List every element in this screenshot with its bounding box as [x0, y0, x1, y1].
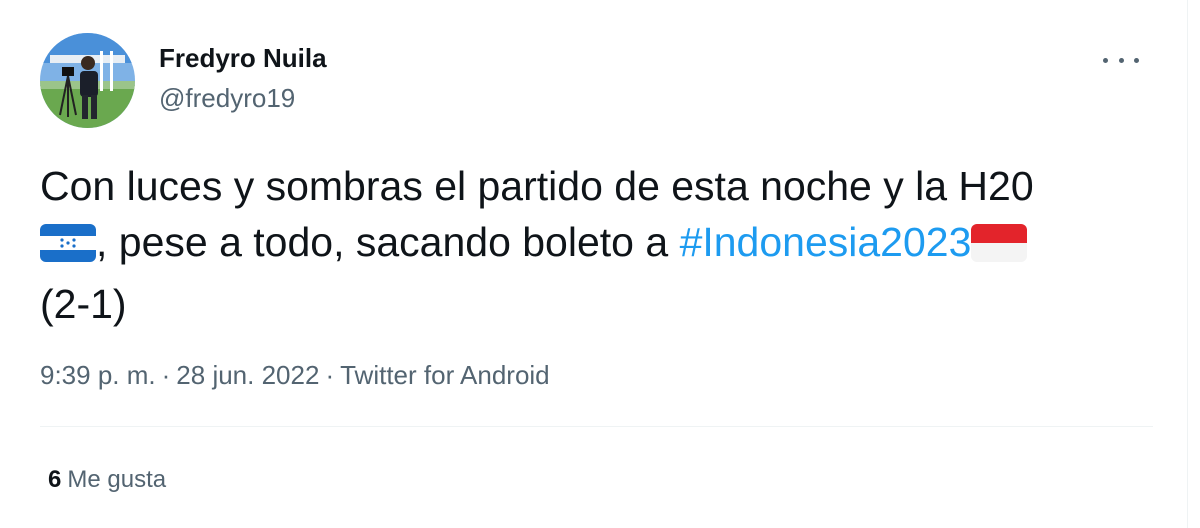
tweet-text-line1: Con luces y sombras el partido de esta n… [40, 163, 1034, 209]
tweet-meta: 9:39 p. m. · 28 jun. 2022 · Twitter for Andr… [40, 358, 550, 392]
honduras-flag-icon [40, 220, 96, 276]
author-names: Fredyro Nuila @fredyro19 [159, 42, 327, 114]
avatar[interactable] [40, 33, 135, 128]
likes-label: Me gusta [67, 466, 167, 493]
tweet-date[interactable]: 28 jun. 2022 [176, 360, 319, 390]
likes-count: 6 [48, 466, 62, 493]
meta-separator: · [161, 360, 171, 390]
tweet-time[interactable]: 9:39 p. m. [40, 360, 156, 390]
hashtag-link[interactable]: #Indonesia2023 [680, 219, 972, 265]
tweet-header: Fredyro Nuila @fredyro19 [40, 33, 327, 128]
author-handle[interactable]: @fredyro19 [159, 82, 327, 114]
tweet-card: Fredyro Nuila @fredyro19 Con luces y som… [0, 0, 1188, 528]
divider [40, 426, 1153, 427]
indonesia-flag-icon [971, 220, 1028, 276]
more-options-icon[interactable] [1103, 50, 1139, 70]
tweet-source[interactable]: Twitter for Android [340, 360, 550, 390]
tweet-text: Con luces y sombras el partido de esta n… [40, 158, 1150, 332]
likes-stat[interactable]: 6 Me gusta [48, 464, 166, 496]
author-display-name[interactable]: Fredyro Nuila [159, 42, 327, 74]
tweet-text-line2: , pese a todo, sacando boleto a [96, 219, 680, 265]
meta-separator: · [325, 360, 335, 390]
tweet-text-line3: (2-1) [40, 281, 127, 327]
